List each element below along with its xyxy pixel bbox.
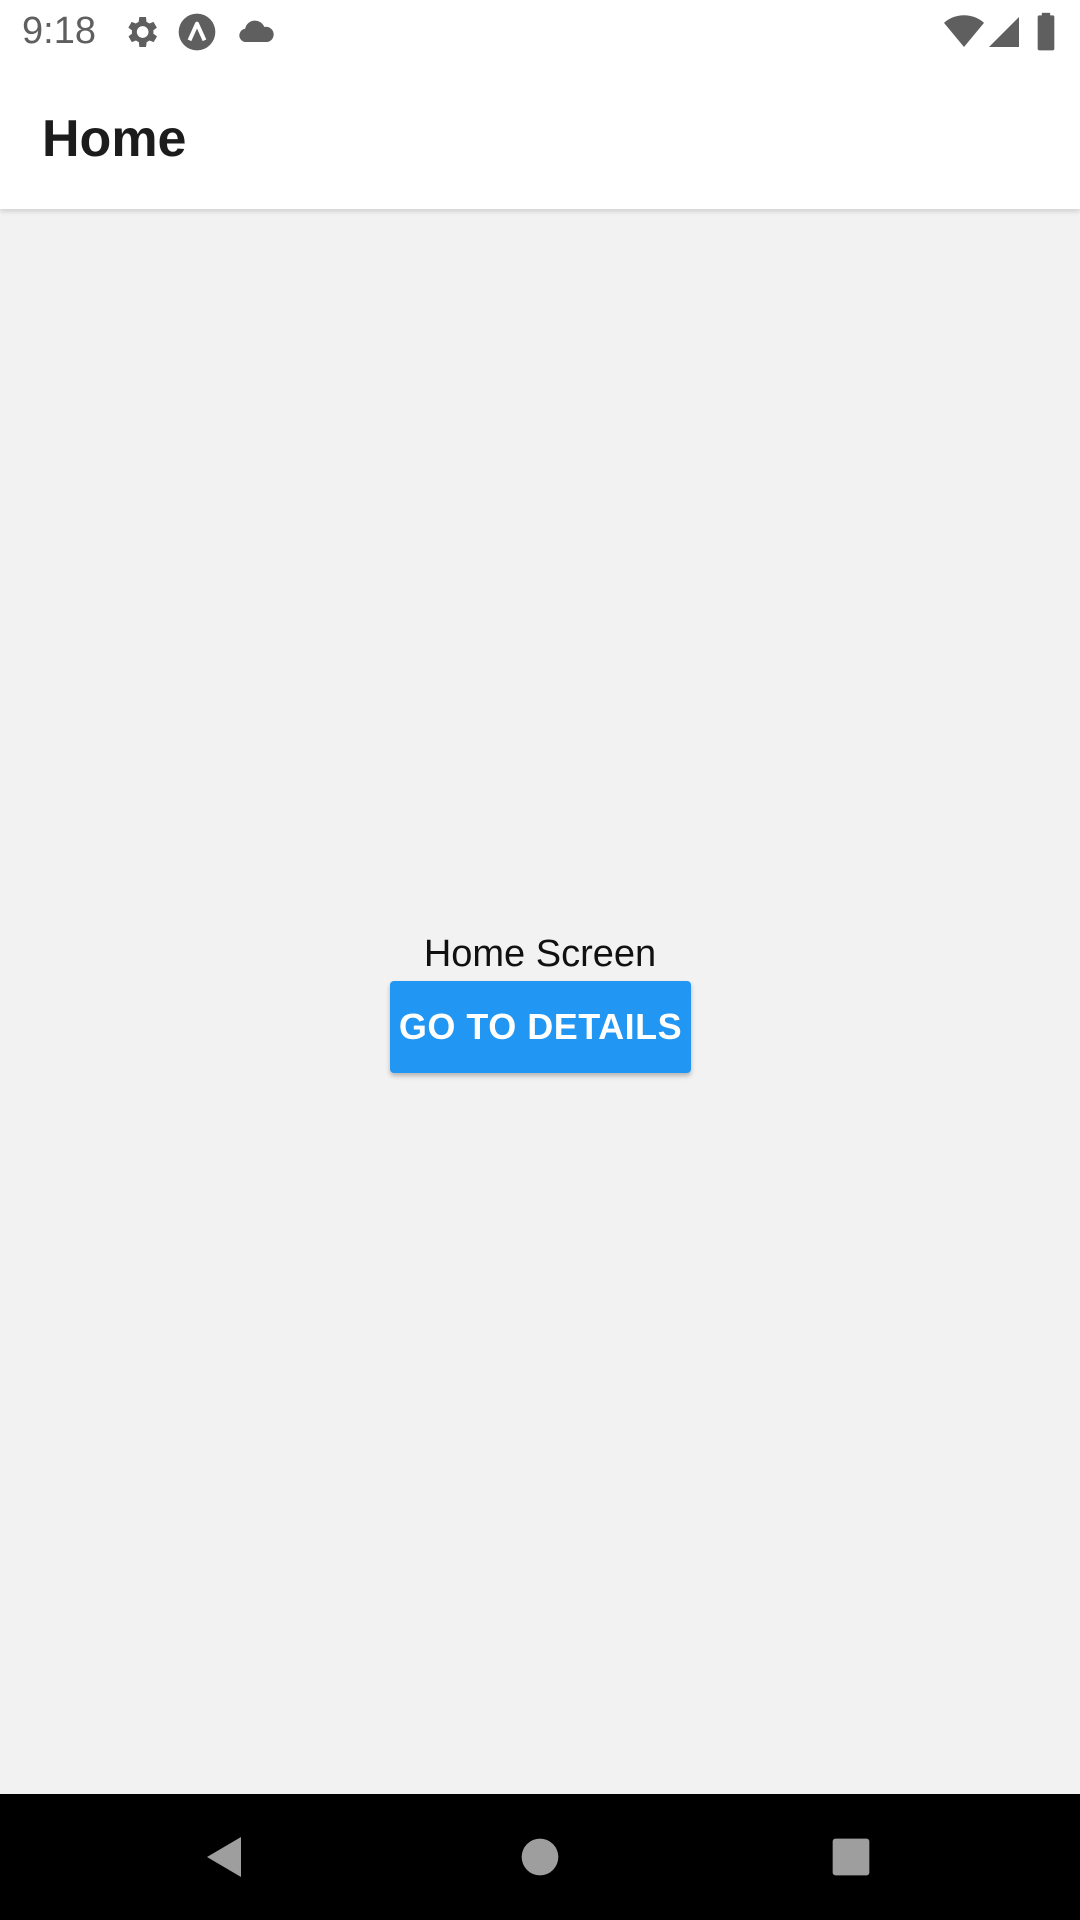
go-to-details-button[interactable]: GO TO DETAILS: [390, 981, 691, 1073]
app-bar: Home: [0, 63, 1080, 209]
page-title: Home: [42, 110, 187, 168]
wifi-icon: [943, 12, 984, 52]
recents-icon[interactable]: [816, 1824, 886, 1890]
settings-gear-icon: [121, 12, 161, 52]
status-time: 9:18: [22, 10, 96, 52]
home-icon[interactable]: [505, 1824, 575, 1890]
back-icon[interactable]: [190, 1824, 260, 1890]
cloud-icon: [236, 12, 276, 52]
home-screen-label: Home Screen: [423, 933, 657, 975]
nav-bar: [0, 1794, 1080, 1920]
app-logo-icon: [177, 12, 217, 52]
status-bar: 9:18: [0, 0, 1080, 63]
screen: 9:18 Home Home Screen GO TO DETAILS: [0, 0, 1080, 1920]
battery-icon: [1034, 12, 1058, 52]
cell-signal-icon: [986, 12, 1026, 52]
